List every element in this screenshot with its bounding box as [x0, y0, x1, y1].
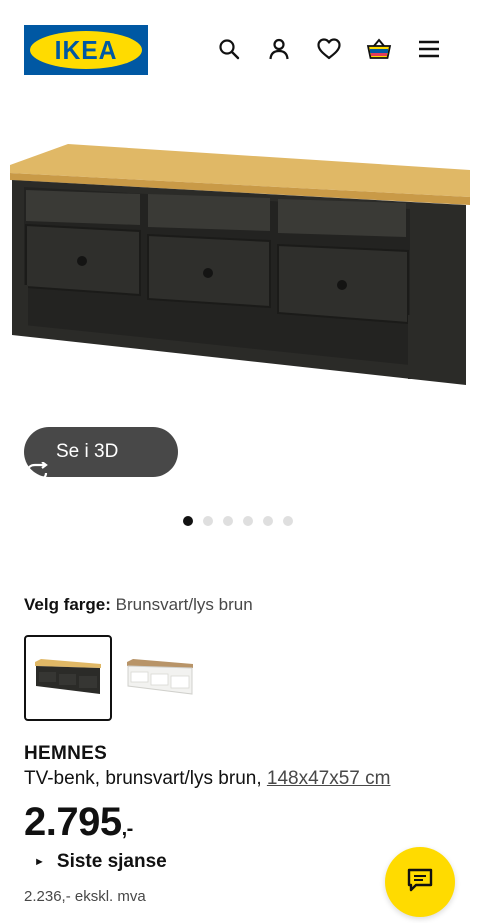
product-name: HEMNES	[24, 743, 108, 764]
color-selector-label: Velg farge: Brunsvart/lys brun	[24, 595, 253, 615]
search-icon[interactable]	[216, 36, 242, 62]
pagination-dot[interactable]	[203, 516, 213, 526]
profile-icon[interactable]	[266, 36, 292, 62]
product-price: 2.795,-	[24, 800, 133, 845]
logo-oval: IKEA	[30, 31, 142, 69]
pagination-dot[interactable]	[183, 516, 193, 526]
header: IKEA	[0, 0, 480, 100]
pagination-dot[interactable]	[283, 516, 293, 526]
image-pagination	[183, 516, 293, 526]
view-in-3d-button[interactable]: Se i 3D	[24, 427, 178, 482]
product-description: TV-benk, brunsvart/lys brun, 148x47x57 c…	[24, 768, 390, 790]
logo-text: IKEA	[54, 34, 118, 65]
last-chance-label: Siste sjanse	[56, 851, 167, 872]
last-chance-toggle[interactable]: ► Siste sjanse	[34, 851, 167, 873]
price-ex-vat: 2.236,- ekskl. mva	[24, 888, 146, 905]
ikea-logo[interactable]: IKEA	[24, 25, 148, 75]
heart-icon[interactable]	[316, 36, 342, 62]
color-swatch-white[interactable]	[116, 635, 204, 721]
product-dimensions-link[interactable]: 148x47x57 cm	[267, 768, 391, 789]
swatch-image-white	[127, 659, 193, 695]
caret-right-icon: ►	[34, 856, 45, 868]
product-description-text: TV-benk, brunsvart/lys brun,	[24, 768, 262, 789]
color-value: Brunsvart/lys brun	[115, 595, 253, 614]
pagination-dot[interactable]	[223, 516, 233, 526]
chat-button[interactable]	[385, 847, 455, 917]
menu-icon[interactable]	[416, 36, 442, 62]
swatch-image-dark	[35, 659, 101, 694]
color-swatch-dark-brown[interactable]	[24, 635, 112, 721]
view-in-3d-label: Se i 3D	[56, 441, 119, 462]
pagination-dot[interactable]	[263, 516, 273, 526]
tv-bench-image	[10, 144, 470, 385]
basket-icon[interactable]	[366, 36, 392, 62]
price-suffix: ,-	[121, 818, 134, 840]
color-label: Velg farge:	[24, 595, 111, 614]
price-main: 2.795	[24, 800, 122, 844]
pagination-dot[interactable]	[243, 516, 253, 526]
chat-icon	[406, 867, 434, 898]
product-image-gallery[interactable]: Se i 3D	[0, 100, 480, 540]
